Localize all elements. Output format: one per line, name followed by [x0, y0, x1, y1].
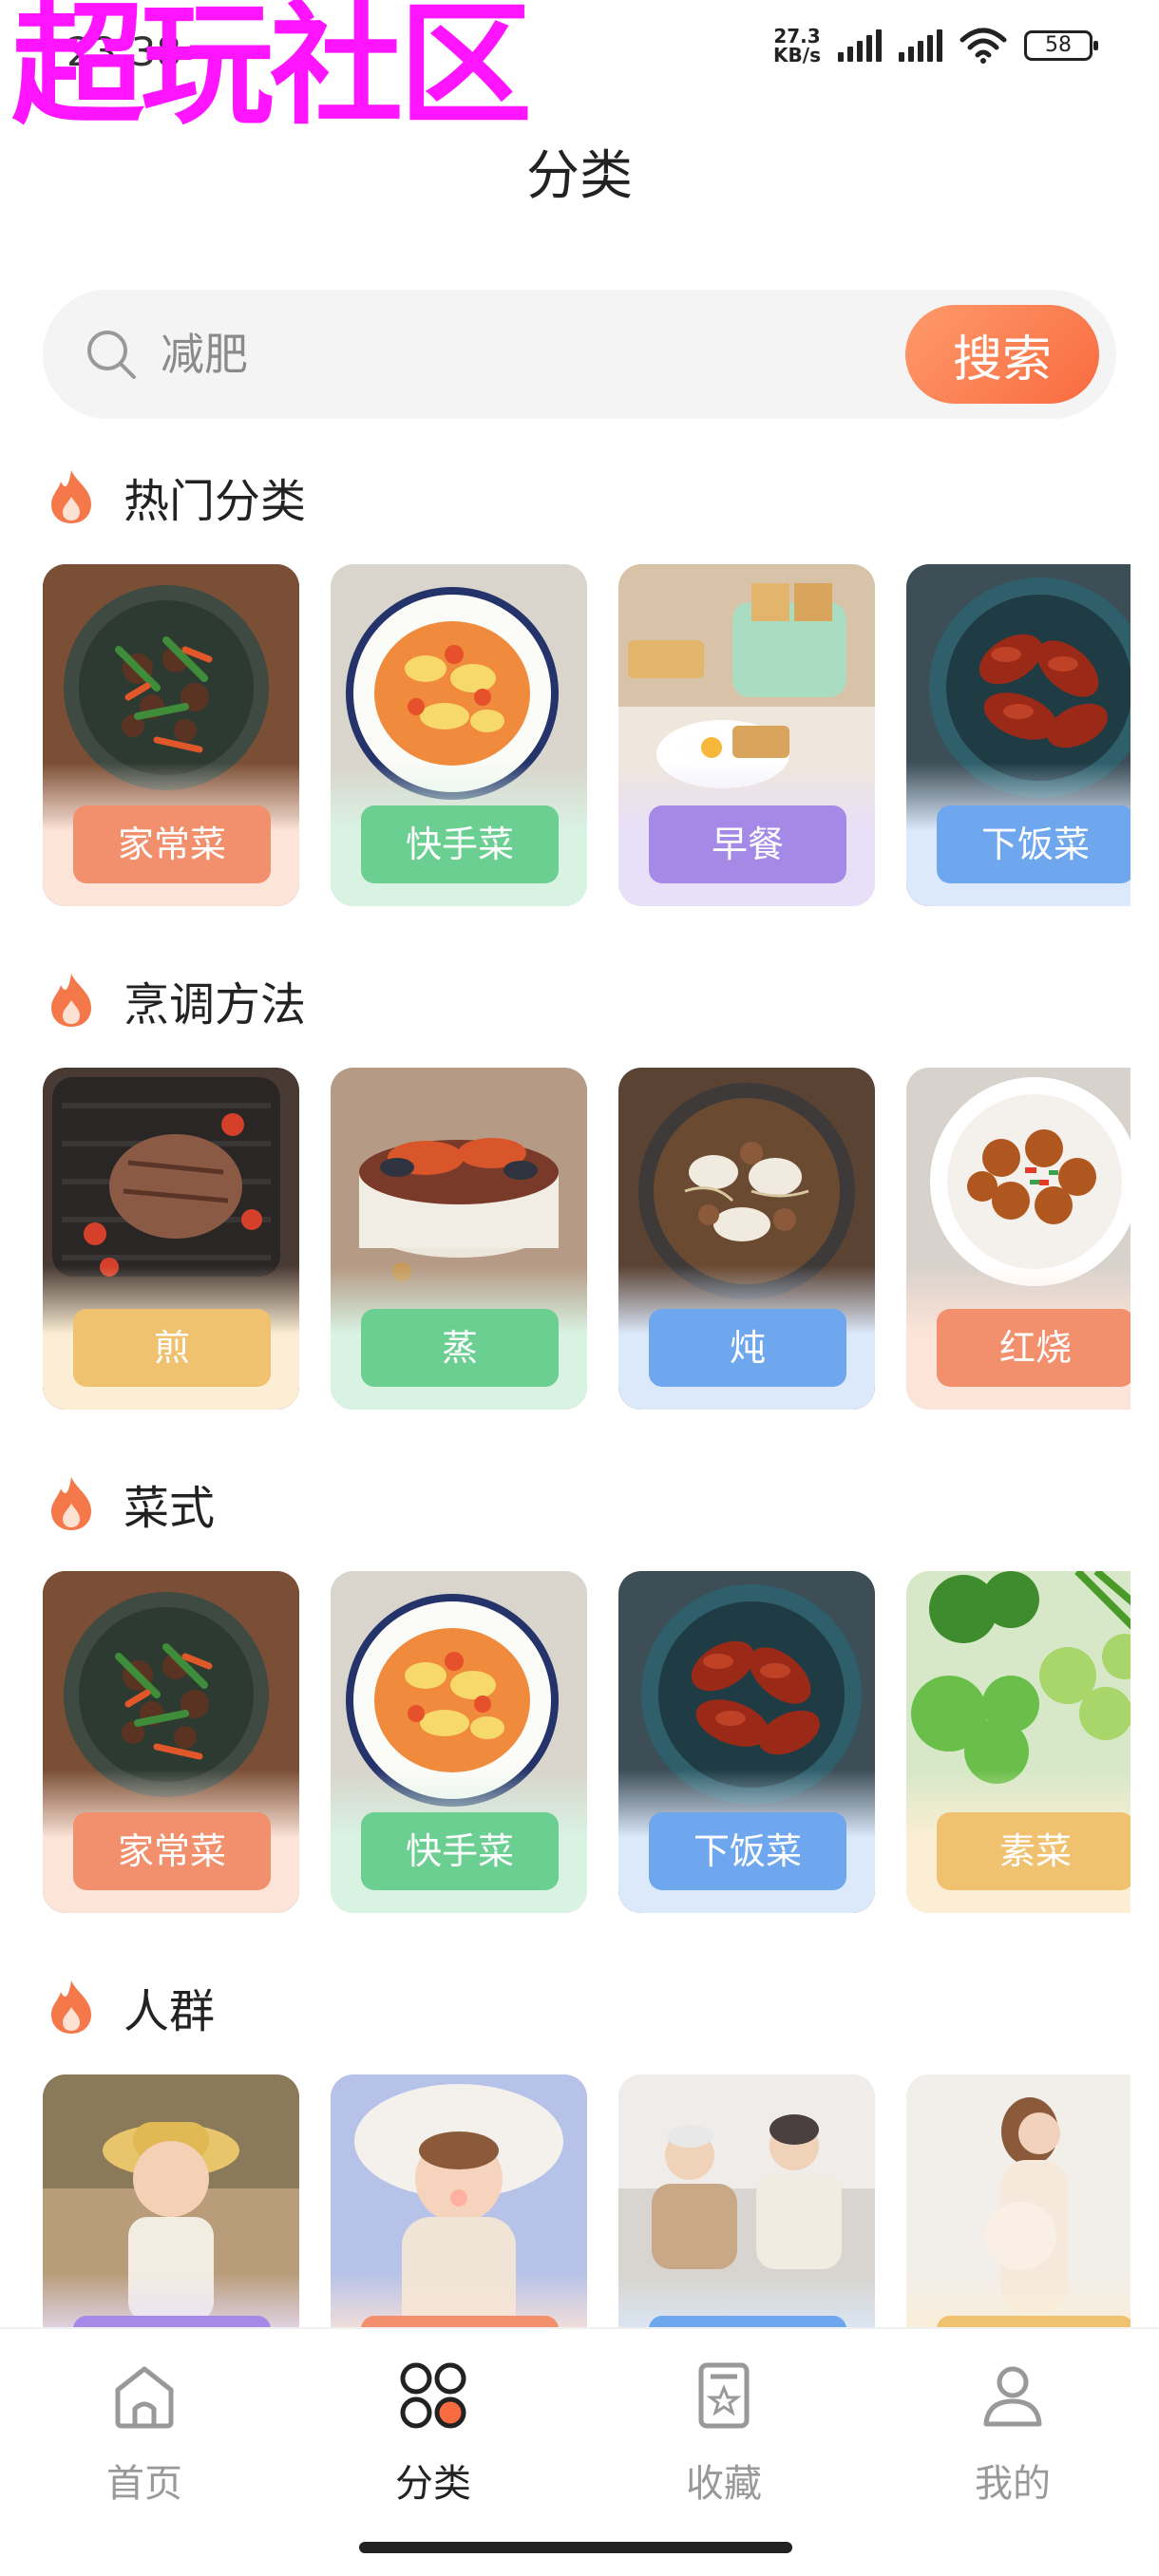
network-speed-value: 27.3 — [773, 25, 821, 47]
category-card[interactable]: 家常菜 — [43, 564, 299, 906]
section-header: 热门分类 — [46, 464, 306, 530]
category-card[interactable]: 快手菜 — [331, 564, 587, 906]
signal-icon — [838, 29, 882, 62]
flame-icon — [51, 1980, 91, 2034]
search-bar[interactable]: 搜索 — [43, 290, 1116, 419]
search-icon — [87, 331, 136, 379]
category-icon — [400, 2362, 466, 2429]
network-speed: 27.3 KB/s — [773, 27, 821, 65]
section-title: 热门分类 — [124, 475, 307, 528]
search-button[interactable]: 搜索 — [905, 305, 1099, 404]
card-row: 家常菜 快手菜 早餐 下饭菜 — [43, 564, 1130, 908]
card-label: 下饭菜 — [649, 1812, 846, 1890]
category-card[interactable]: 下饭菜 — [618, 1571, 875, 1913]
category-card[interactable]: 炖 — [618, 1068, 875, 1410]
card-label: 早餐 — [649, 805, 846, 883]
flame-icon — [51, 974, 91, 1027]
section-header: 菜式 — [46, 1470, 215, 1537]
card-label: 炖 — [649, 1309, 846, 1387]
tab-category[interactable]: 分类 — [338, 2358, 528, 2519]
category-card[interactable]: 素菜 — [906, 1571, 1130, 1913]
home-indicator — [359, 2542, 792, 2553]
flame-icon — [51, 1477, 91, 1530]
card-label: 快手菜 — [361, 1812, 559, 1890]
wifi-icon — [960, 28, 1007, 64]
card-label: 家常菜 — [73, 805, 271, 883]
profile-icon — [983, 2366, 1042, 2427]
card-label: 家常菜 — [73, 1812, 271, 1890]
tab-label: 分类 — [395, 2462, 471, 2506]
battery-icon: 58 — [1024, 30, 1098, 61]
category-card[interactable]: 早餐 — [618, 564, 875, 906]
tab-label: 我的 — [975, 2462, 1051, 2506]
flame-icon — [51, 470, 91, 523]
tab-label: 收藏 — [686, 2462, 762, 2506]
tab-favorites[interactable]: 收藏 — [629, 2358, 819, 2519]
tab-profile[interactable]: 我的 — [918, 2358, 1108, 2519]
card-label: 素菜 — [937, 1812, 1130, 1890]
home-icon — [115, 2366, 174, 2429]
network-speed-unit: KB/s — [773, 44, 821, 66]
category-card[interactable]: 家常菜 — [43, 1571, 299, 1913]
category-card[interactable]: 红烧 — [906, 1068, 1130, 1410]
bottom-tab-bar: 首页 分类 收藏 我的 — [0, 2327, 1159, 2576]
section-title: 人群 — [124, 1985, 216, 2038]
card-label: 蒸 — [361, 1309, 559, 1387]
search-input[interactable] — [161, 318, 826, 390]
signal-icon-2 — [899, 29, 942, 62]
category-card[interactable]: 蒸 — [331, 1068, 587, 1410]
section-title: 菜式 — [124, 1482, 216, 1535]
section-header: 人群 — [46, 1974, 215, 2040]
card-row: 煎 蒸 炖 红烧 — [43, 1068, 1130, 1411]
section-title: 烹调方法 — [124, 978, 307, 1032]
watermark-text: 超玩社区 — [11, 0, 532, 143]
tab-home[interactable]: 首页 — [49, 2358, 239, 2519]
category-card[interactable]: 煎 — [43, 1068, 299, 1410]
card-label: 快手菜 — [361, 805, 559, 883]
card-label: 煎 — [73, 1309, 271, 1387]
tab-label: 首页 — [106, 2462, 182, 2506]
page-title: 分类 — [526, 145, 633, 207]
card-label: 下饭菜 — [937, 805, 1130, 883]
system-icons: 27.3 KB/s 58 — [773, 27, 1098, 65]
section-header: 烹调方法 — [46, 967, 306, 1033]
card-row: 家常菜 快手菜 下饭菜 素菜 — [43, 1571, 1130, 1915]
card-label: 红烧 — [937, 1309, 1130, 1387]
favorites-icon — [698, 2362, 750, 2429]
category-card[interactable]: 下饭菜 — [906, 564, 1130, 906]
category-card[interactable]: 快手菜 — [331, 1571, 587, 1913]
status-bar: 23:38 超玩社区 27.3 KB/s 58 — [0, 0, 1159, 133]
